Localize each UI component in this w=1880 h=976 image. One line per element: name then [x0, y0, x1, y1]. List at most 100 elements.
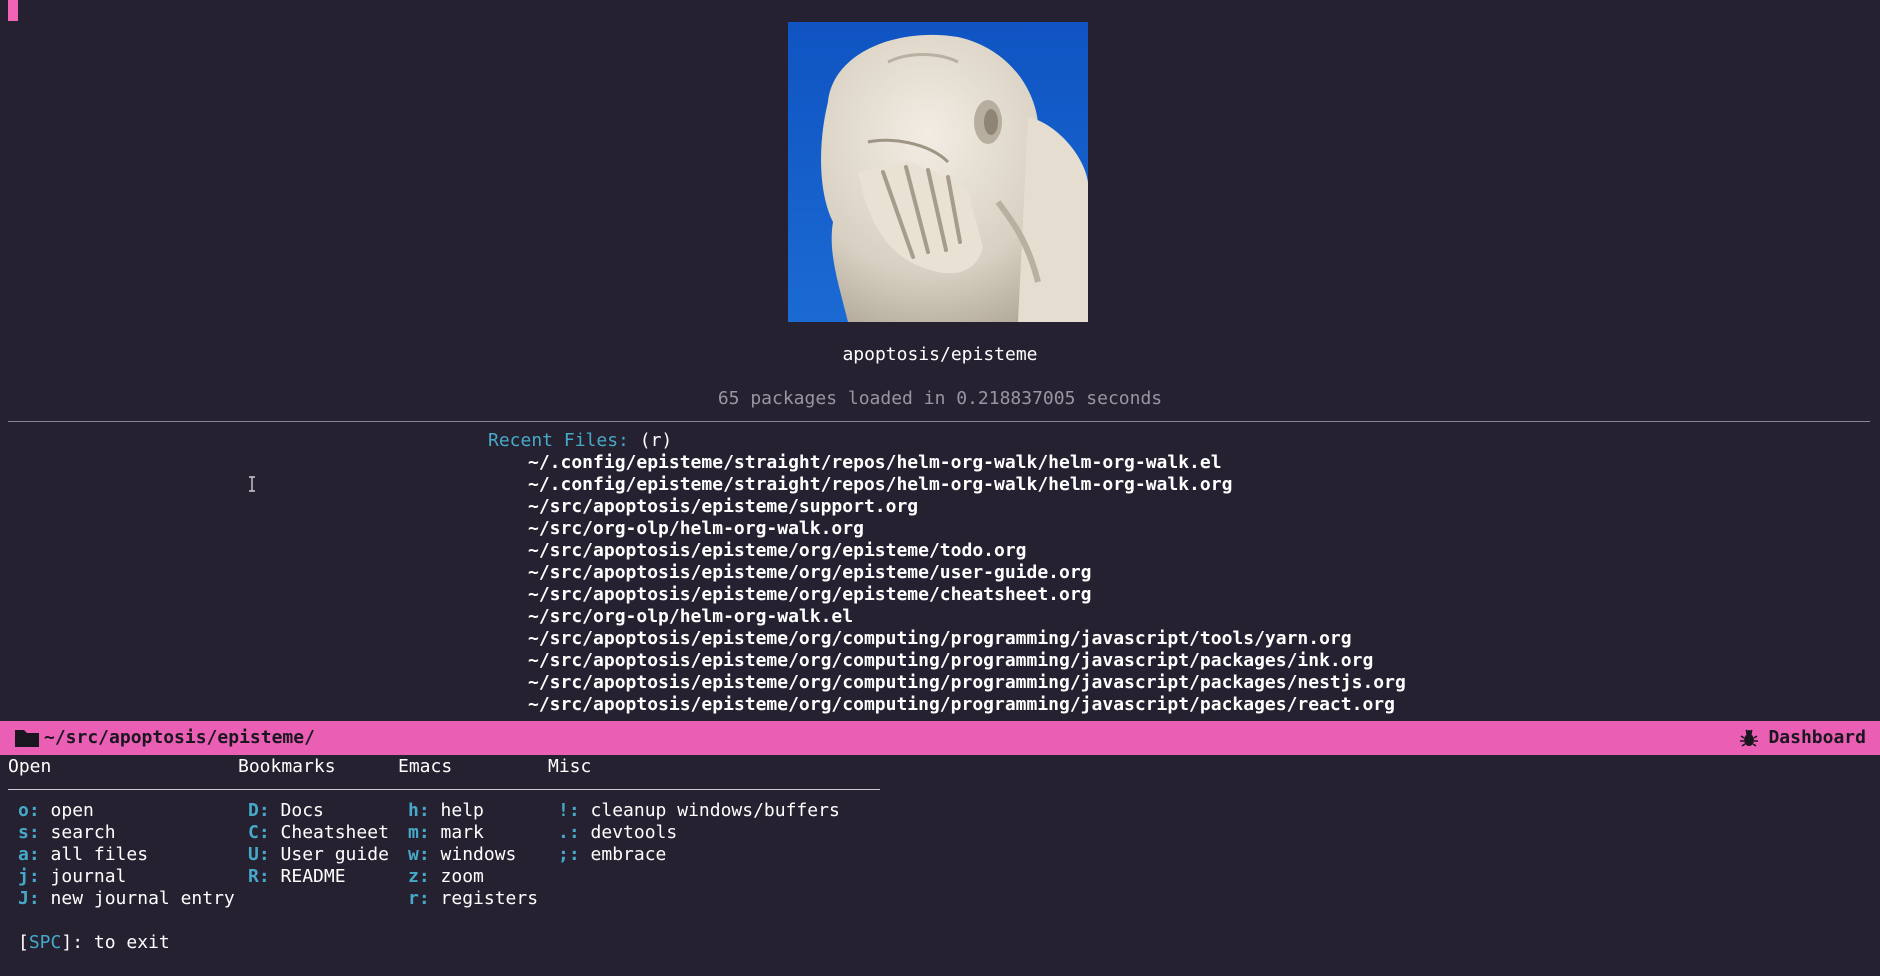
which-key-key: R — [248, 866, 259, 887]
which-key-key-separator: : — [28, 822, 51, 843]
which-key-item-open[interactable]: o: open — [18, 800, 235, 822]
which-key-item-readme[interactable]: R: README — [248, 866, 389, 888]
text-cursor — [8, 0, 18, 21]
which-key-header-misc: Misc — [548, 756, 592, 777]
which-key-item-journal[interactable]: j: journal — [18, 866, 235, 888]
which-key-label: User guide — [280, 844, 389, 865]
which-key-key: U — [248, 844, 259, 865]
which-key-key-separator: : — [28, 800, 51, 821]
recent-files-title: Recent Files: — [488, 430, 629, 451]
recent-file-item[interactable]: ~/.config/episteme/straight/repos/helm-o… — [488, 452, 1406, 474]
which-key-key-separator: : — [28, 844, 51, 865]
folder-icon — [15, 730, 39, 747]
which-key-item-mark[interactable]: m: mark — [408, 822, 538, 844]
which-key-key-separator: : — [418, 888, 441, 909]
recent-file-item[interactable]: ~/src/apoptosis/episteme/org/episteme/us… — [488, 562, 1406, 584]
which-key-label: registers — [440, 888, 539, 909]
which-key-item-search[interactable]: s: search — [18, 822, 235, 844]
which-key-key-separator: : — [258, 866, 281, 887]
recent-files-shortcut: (r) — [639, 430, 673, 451]
recent-file-item[interactable]: ~/src/org-olp/helm-org-walk.el — [488, 606, 1406, 628]
recent-file-item[interactable]: ~/src/apoptosis/episteme/org/computing/p… — [488, 694, 1406, 716]
recent-file-item[interactable]: ~/src/apoptosis/episteme/org/episteme/to… — [488, 540, 1406, 562]
which-key-item-cleanup[interactable]: !: cleanup windows/buffers — [558, 800, 840, 822]
which-key-label: mark — [440, 822, 484, 843]
recent-file-item[interactable]: ~/src/org-olp/helm-org-walk.org — [488, 518, 1406, 540]
recent-files-section: Recent Files: (r) ~/.config/episteme/str… — [488, 430, 1406, 716]
which-key-key: . — [558, 822, 569, 843]
exit-key: SPC — [28, 932, 62, 953]
which-key-label: cleanup windows/buffers — [590, 800, 840, 821]
which-key-item-zoom[interactable]: z: zoom — [408, 866, 538, 888]
which-key-label: open — [50, 800, 94, 821]
which-key-key-separator: : — [418, 822, 441, 843]
which-key-key: C — [248, 822, 259, 843]
dashboard-project-name: apoptosis/episteme — [842, 344, 1038, 365]
bug-icon — [1740, 729, 1758, 747]
which-key-key: a — [18, 844, 29, 865]
which-key-label: windows — [440, 844, 517, 865]
which-key-key: ! — [558, 800, 569, 821]
recent-file-item[interactable]: ~/src/apoptosis/episteme/org/computing/p… — [488, 628, 1406, 650]
recent-file-item[interactable]: ~/.config/episteme/straight/repos/helm-o… — [488, 474, 1406, 496]
modeline-mode-name: Dashboard — [1768, 727, 1866, 748]
which-key-item-user-guide[interactable]: U: User guide — [248, 844, 389, 866]
which-key-key-separator: : — [28, 866, 51, 887]
dashboard-load-info: 65 packages loaded in 0.218837005 second… — [717, 388, 1163, 409]
which-key-separator — [8, 789, 880, 790]
which-key-header-open: Open — [8, 756, 52, 777]
which-key-key: z — [408, 866, 419, 887]
which-key-column-bookmarks: D: Docs C: Cheatsheet U: User guide R: R… — [248, 800, 389, 888]
which-key-key-separator: : — [568, 844, 591, 865]
which-key-key-separator: : — [418, 866, 441, 887]
which-key-label: search — [50, 822, 116, 843]
recent-file-item[interactable]: ~/src/apoptosis/episteme/org/computing/p… — [488, 650, 1406, 672]
exit-label: ]: to exit — [61, 932, 170, 953]
dashboard-banner-image — [788, 22, 1088, 322]
which-key-label: new journal entry — [50, 888, 235, 909]
which-key-label: Docs — [280, 800, 324, 821]
which-key-key-separator: : — [258, 822, 281, 843]
which-key-key-separator: : — [28, 888, 51, 909]
recent-files-heading[interactable]: Recent Files: (r) — [488, 430, 1406, 452]
modeline-path[interactable]: ~/src/apoptosis/episteme/ — [44, 721, 315, 755]
recent-file-item[interactable]: ~/src/apoptosis/episteme/org/computing/p… — [488, 672, 1406, 694]
which-key-label: zoom — [440, 866, 484, 887]
which-key-key: m — [408, 822, 419, 843]
dashboard-separator — [8, 421, 1870, 422]
recent-file-item[interactable]: ~/src/apoptosis/episteme/org/episteme/ch… — [488, 584, 1406, 606]
which-key-key-separator: : — [258, 844, 281, 865]
which-key-key-separator: : — [418, 800, 441, 821]
which-key-key: s — [18, 822, 29, 843]
which-key-item-docs[interactable]: D: Docs — [248, 800, 389, 822]
recent-file-item[interactable]: ~/src/apoptosis/episteme/support.org — [488, 496, 1406, 518]
which-key-column-open: o: open s: search a: all files j: journa… — [18, 800, 235, 910]
which-key-key-separator: : — [568, 800, 591, 821]
which-key-key: J — [18, 888, 29, 909]
which-key-item-all-files[interactable]: a: all files — [18, 844, 235, 866]
which-key-item-help[interactable]: h: help — [408, 800, 538, 822]
facepalm-statue-image — [788, 22, 1088, 322]
which-key-column-emacs: h: help m: mark w: windows z: zoom r: re… — [408, 800, 538, 910]
which-key-item-registers[interactable]: r: registers — [408, 888, 538, 910]
which-key-label: journal — [50, 866, 127, 887]
which-key-item-embrace[interactable]: ;: embrace — [558, 844, 840, 866]
which-key-key-separator: : — [258, 800, 281, 821]
which-key-key: w — [408, 844, 419, 865]
which-key-key: j — [18, 866, 29, 887]
which-key-item-devtools[interactable]: .: devtools — [558, 822, 840, 844]
which-key-key: ; — [558, 844, 569, 865]
which-key-item-windows[interactable]: w: windows — [408, 844, 538, 866]
which-key-item-new-journal-entry[interactable]: J: new journal entry — [18, 888, 235, 910]
which-key-label: Cheatsheet — [280, 822, 389, 843]
which-key-header-emacs: Emacs — [398, 756, 453, 777]
which-key-label: help — [440, 800, 484, 821]
which-key-label: devtools — [590, 822, 678, 843]
which-key-label: embrace — [590, 844, 667, 865]
which-key-key: o — [18, 800, 29, 821]
which-key-key: D — [248, 800, 259, 821]
which-key-key: r — [408, 888, 419, 909]
which-key-item-cheatsheet[interactable]: C: Cheatsheet — [248, 822, 389, 844]
which-key-header-bookmarks: Bookmarks — [238, 756, 336, 777]
modeline: ~/src/apoptosis/episteme/ Dashboard — [0, 721, 1880, 755]
